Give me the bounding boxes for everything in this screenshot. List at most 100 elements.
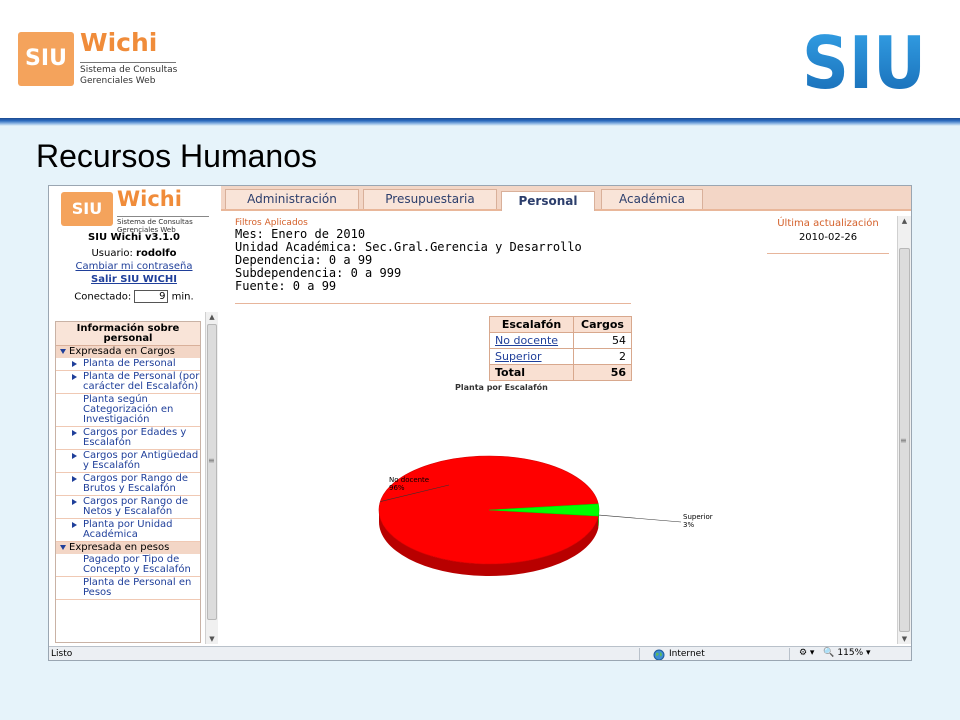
menu-item-planta-unidad[interactable]: Planta por Unidad Académica [56,519,200,542]
arrow-right-icon [72,476,77,482]
slide-title: Recursos Humanos [36,138,317,174]
menu-item-cargos-brutos[interactable]: Cargos por Rango de Brutos y Escalafón [56,473,200,496]
menu-item-label: Cargos por Antigüedad y Escalafón [83,450,199,471]
menu-item-label: Pagado por Tipo de Concepto y Escalafón [83,554,191,575]
pie-percent-1: 3% [683,521,694,529]
row-link-superior[interactable]: Superior [495,350,542,363]
menu-scrollbar[interactable]: ▲ ≡ ▼ [205,312,218,644]
menu-item-planta-pesos[interactable]: Planta de Personal en Pesos [56,577,200,600]
menu-item-label: Planta de Personal (por carácter del Esc… [83,371,200,392]
menu-item-label: Planta según Categorización en Investiga… [83,394,174,425]
connected-label: Conectado: [74,291,132,303]
protected-mode-icon: ⚙ ▾ [799,648,815,658]
menu-scroll-thumb[interactable] [207,324,217,620]
tab-academica[interactable]: Académica [601,189,703,209]
left-menu: Información sobre personal Expresada en … [55,321,201,643]
change-password-link[interactable]: Cambiar mi contraseña [75,261,192,272]
arrow-right-icon [72,522,77,528]
pie-chart: No docente96% Superior3% [378,455,713,576]
pie-label-1: Superior [683,513,713,521]
table-row: No docente 54 [489,332,632,349]
menu-group-label: Expresada en pesos [69,542,170,553]
menu-item-cargos-edades[interactable]: Cargos por Edades y Escalafón [56,427,200,450]
status-bar: Listo Internet ⚙ ▾ 🔍 115% ▾ [49,646,911,660]
pie-leader-line-1 [598,514,682,523]
app-logo: SIU Wichi Sistema de Consultas Gerencial… [61,187,213,234]
table-row: Superior 2 [489,348,632,365]
pie-percent-0: 96% [389,484,405,492]
menu-item-planta-caracter[interactable]: Planta de Personal (por carácter del Esc… [56,371,200,394]
app-wichi-wordmark: Wichi [117,187,182,211]
app-logo-subtitle-line1: Sistema de Consultas [117,218,193,226]
tab-administracion[interactable]: Administración [225,189,359,209]
table-total-row: Total 56 [489,364,632,381]
globe-icon [653,649,665,660]
page-scrollbar[interactable]: ▲ ≡ ▼ [897,216,911,644]
logout-link-row: Salir SIU WICHI [49,274,219,285]
applied-filters-panel: Filtros Aplicados Mes: Enero de 2010 Uni… [235,218,631,304]
menu-group-label: Expresada en Cargos [69,346,176,357]
user-info: Usuario: rodolfo [49,248,219,259]
header-divider [0,118,960,126]
status-separator [789,648,790,660]
logout-link[interactable]: Salir SIU WICHI [91,274,177,285]
last-update-panel: Última actualización 2010-02-26 [767,218,889,254]
app-siu-badge: SIU [61,192,113,226]
row-label-cell: Superior [489,348,574,365]
menu-item-planta-categorizacion[interactable]: Planta según Categorización en Investiga… [56,394,200,427]
security-zone-label: Internet [669,649,705,659]
menu-item-label: Cargos por Rango de Brutos y Escalafón [83,473,188,494]
header-cargos: Cargos [573,316,632,333]
header-escalafon: Escalafón [489,316,574,333]
logo-rule [80,62,176,63]
siu-badge: SIU [18,32,74,86]
scroll-up-icon[interactable]: ▲ [898,216,911,226]
scroll-down-icon[interactable]: ▼ [206,634,218,644]
arrow-right-icon [72,374,77,380]
menu-item-label: Planta de Personal [83,358,176,369]
menu-item-planta-personal[interactable]: Planta de Personal [56,358,200,371]
status-text: Listo [51,649,73,659]
user-label: Usuario: [91,248,133,259]
connected-time: Conectado: 9 min. [49,290,219,303]
grip-icon: ≡ [900,436,907,445]
zoom-control[interactable]: ⚙ ▾ 🔍 115% ▾ [799,648,871,658]
row-label-cell: No docente [489,332,574,349]
menu-item-label: Cargos por Edades y Escalafón [83,427,187,448]
user-name: rodolfo [136,248,177,259]
row-value-cell: 2 [573,348,632,365]
row-value-cell: 54 [573,332,632,349]
main-tabbar: Administración Presupuestaria Personal A… [221,186,911,211]
menu-item-label: Planta por Unidad Académica [83,519,173,540]
menu-item-label: Cargos por Rango de Netos y Escalafón [83,496,188,517]
tab-presupuestaria[interactable]: Presupuestaria [363,189,497,209]
filter-fuente: Fuente: 0 a 99 [235,279,337,293]
chevron-down-icon: ▾ [866,648,871,658]
menu-group-pesos[interactable]: Expresada en pesos [56,542,200,554]
app-version: SIU Wichi v3.1.0 [88,232,180,243]
menu-group-cargos[interactable]: Expresada en Cargos [56,346,200,358]
browser-window: SIU Wichi Sistema de Consultas Gerencial… [48,185,912,661]
scroll-up-icon[interactable]: ▲ [206,312,218,322]
row-link-no-docente[interactable]: No docente [495,334,558,347]
zoom-icon: 🔍 [823,648,835,658]
connected-minutes-field: 9 [134,290,169,303]
menu-item-cargos-netos[interactable]: Cargos por Rango de Netos y Escalafón [56,496,200,519]
security-zone: Internet [653,649,705,660]
arrow-right-icon [72,430,77,436]
siu-logo: SIU [802,22,926,96]
last-update-label: Última actualización [777,218,879,229]
menu-item-pagado-concepto[interactable]: Pagado por Tipo de Concepto y Escalafón [56,554,200,577]
arrow-right-icon [72,499,77,505]
scroll-down-icon[interactable]: ▼ [898,634,911,644]
siu-logo-text: SIU [802,22,926,96]
menu-item-label: Planta de Personal en Pesos [83,577,192,598]
total-value: 56 [573,364,632,381]
arrow-right-icon [72,361,77,367]
menu-item-cargos-antiguedad[interactable]: Cargos por Antigüedad y Escalafón [56,450,200,473]
tab-personal[interactable]: Personal [501,191,595,211]
arrow-right-icon [72,453,77,459]
app-logo-rule [117,216,209,217]
logo-subtitle: Sistema de Consultas Gerenciales Web [80,65,177,87]
expand-arrow-icon [60,544,66,550]
